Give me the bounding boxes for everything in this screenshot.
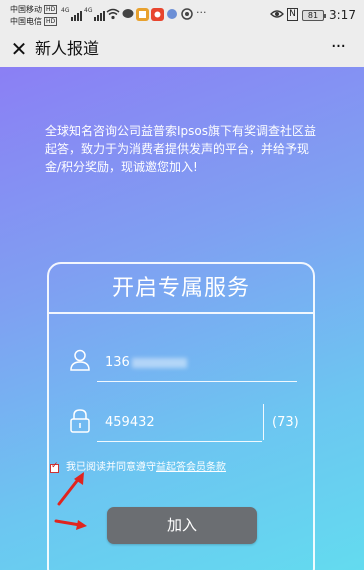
phone-field[interactable]: 136 (69, 342, 297, 382)
network-type: 4G (61, 7, 70, 14)
more-notifications-icon: ··· (196, 6, 207, 19)
wifi-icon (106, 8, 120, 24)
card-title: 开启专属服务 (111, 276, 250, 301)
network-type: 4G (84, 7, 93, 14)
page-title: 新人报道 (35, 39, 100, 58)
taobao-notification-icon (151, 8, 164, 21)
more-options-button[interactable]: ··· (326, 36, 350, 62)
phone-visible-digits: 136 (105, 355, 130, 370)
phone-redacted (131, 357, 187, 368)
user-icon (69, 348, 91, 374)
clock-time: 3:17 (329, 8, 356, 22)
carrier-2: 中国电信 HD (10, 17, 58, 27)
terms-link[interactable]: 益起答会员条款 (156, 461, 226, 475)
phone-value[interactable]: 136 (105, 354, 187, 372)
app-notification-icon (181, 8, 193, 24)
eye-comfort-icon (270, 8, 284, 24)
verification-code-field[interactable]: 459432 (73) (69, 402, 299, 442)
code-underline (97, 441, 262, 442)
annotation-arrow-icon (54, 519, 87, 530)
battery-icon: 81 (302, 10, 326, 21)
battery-level: 81 (307, 11, 319, 20)
join-button[interactable]: 加入 (107, 507, 257, 544)
code-value[interactable]: 459432 (105, 414, 155, 432)
app-notification-icon (136, 8, 149, 21)
chat-bubble-icon (122, 8, 134, 24)
hd-badge: HD (44, 17, 58, 26)
title-bar: ✕ 新人报道 ··· (0, 32, 364, 67)
hd-badge: HD (44, 5, 58, 14)
app-notification-icon (166, 8, 178, 24)
carrier-1: 中国移动 HD (10, 5, 58, 15)
phone-underline (97, 381, 297, 382)
signal-icon: 4G (84, 7, 106, 21)
card-divider (49, 312, 313, 314)
resend-countdown[interactable]: (73) (272, 414, 299, 432)
annotation-arrow-icon (57, 472, 84, 506)
page-content: 全球知名咨询公司益普索Ipsos旗下有奖调查社区益起答，致力于为消费者提供发声的… (0, 67, 364, 570)
nfc-icon: N (287, 8, 298, 21)
code-separator (263, 404, 264, 440)
carrier-1-name: 中国移动 (10, 5, 42, 14)
lock-icon (69, 408, 91, 434)
close-button[interactable]: ✕ (8, 36, 30, 62)
intro-text: 全球知名咨询公司益普索Ipsos旗下有奖调查社区益起答，致力于为消费者提供发声的… (45, 124, 317, 174)
carrier-2-name: 中国电信 (10, 17, 42, 26)
signal-icon: 4G (61, 7, 83, 21)
status-bar: 中国移动 HD 中国电信 HD 4G 4G ··· N 81 3:17 (0, 0, 364, 32)
